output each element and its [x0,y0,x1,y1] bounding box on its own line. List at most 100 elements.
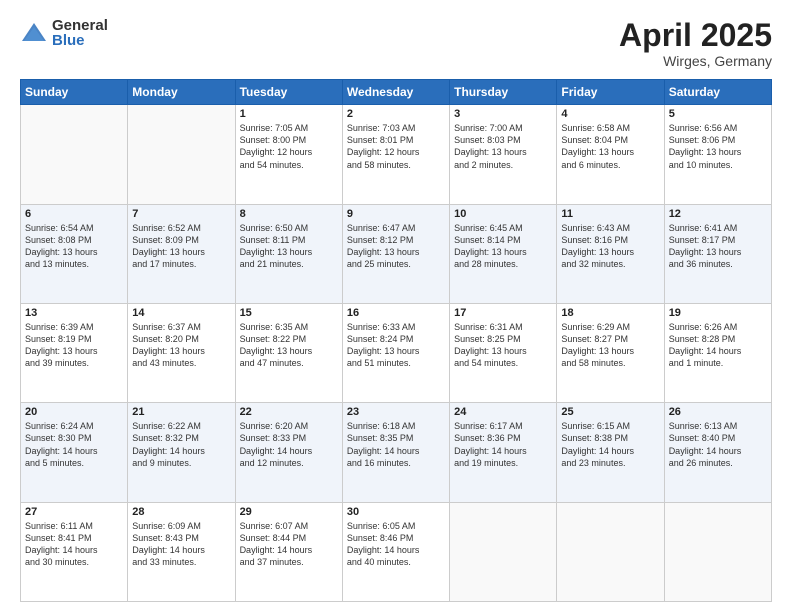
day-number: 12 [669,208,767,220]
day-info: Sunrise: 6:56 AM Sunset: 8:06 PM Dayligh… [669,122,767,171]
calendar-cell: 13Sunrise: 6:39 AM Sunset: 8:19 PM Dayli… [21,303,128,402]
day-info: Sunrise: 6:13 AM Sunset: 8:40 PM Dayligh… [669,420,767,469]
logo: General Blue [20,18,108,48]
calendar-cell: 24 Sunrise: 6:17 AM Sunset: 8:36 PM Dayli… [450,403,557,502]
calendar-cell: 6Sunrise: 6:54 AM Sunset: 8:08 PM Daylig… [21,204,128,303]
day-info: Sunrise: 6:22 AM Sunset: 8:32 PM Dayligh… [132,420,230,469]
calendar-cell: 29 Sunrise: 6:07 AM Sunset: 8:44 PM Dayli… [235,502,342,601]
day-info: Sunrise: 6:54 AM Sunset: 8:08 PM Dayligh… [25,222,123,271]
page: General Blue April 2025 Wirges, Germany … [0,0,792,612]
day-number: 1 [240,108,338,120]
day-info: Sunrise: 6:20 AM Sunset: 8:33 PM Dayligh… [240,420,338,469]
calendar-cell: 12 Sunrise: 6:41 AM Sunset: 8:17 PM Dayli… [664,204,771,303]
calendar-cell: 11 Sunrise: 6:43 AM Sunset: 8:16 PM Dayli… [557,204,664,303]
calendar-cell: 25Sunrise: 6:15 AM Sunset: 8:38 PM Dayli… [557,403,664,502]
day-number: 30 [347,506,445,518]
calendar-cell: 17Sunrise: 6:31 AM Sunset: 8:25 PM Dayli… [450,303,557,402]
day-info: Sunrise: 6:15 AM Sunset: 8:38 PM Dayligh… [561,420,659,469]
day-info: Sunrise: 6:29 AM Sunset: 8:27 PM Dayligh… [561,321,659,370]
calendar-cell [557,502,664,601]
day-info: Sunrise: 6:18 AM Sunset: 8:35 PM Dayligh… [347,420,445,469]
day-number: 3 [454,108,552,120]
calendar-week-3: 20Sunrise: 6:24 AM Sunset: 8:30 PM Dayli… [21,403,772,502]
day-number: 29 [240,506,338,518]
calendar-cell: 5 Sunrise: 6:56 AM Sunset: 8:06 PM Daylig… [664,105,771,204]
calendar-cell: 20Sunrise: 6:24 AM Sunset: 8:30 PM Dayli… [21,403,128,502]
logo-icon [20,19,48,47]
day-info: Sunrise: 6:45 AM Sunset: 8:14 PM Dayligh… [454,222,552,271]
day-number: 4 [561,108,659,120]
title-block: April 2025 Wirges, Germany [619,18,772,69]
calendar-cell: 19 Sunrise: 6:26 AM Sunset: 8:28 PM Dayli… [664,303,771,402]
calendar-cell [21,105,128,204]
calendar-cell: 4Sunrise: 6:58 AM Sunset: 8:04 PM Daylig… [557,105,664,204]
header-thursday: Thursday [450,80,557,105]
calendar-cell [128,105,235,204]
day-number: 7 [132,208,230,220]
day-number: 22 [240,406,338,418]
day-info: Sunrise: 6:52 AM Sunset: 8:09 PM Dayligh… [132,222,230,271]
day-number: 15 [240,307,338,319]
day-info: Sunrise: 7:00 AM Sunset: 8:03 PM Dayligh… [454,122,552,171]
calendar-header-row: SundayMondayTuesdayWednesdayThursdayFrid… [21,80,772,105]
calendar-cell: 7 Sunrise: 6:52 AM Sunset: 8:09 PM Daylig… [128,204,235,303]
calendar-cell [450,502,557,601]
calendar-cell: 3 Sunrise: 7:00 AM Sunset: 8:03 PM Daylig… [450,105,557,204]
header-saturday: Saturday [664,80,771,105]
day-info: Sunrise: 6:09 AM Sunset: 8:43 PM Dayligh… [132,520,230,569]
header-wednesday: Wednesday [342,80,449,105]
header: General Blue April 2025 Wirges, Germany [20,18,772,69]
calendar-cell: 21Sunrise: 6:22 AM Sunset: 8:32 PM Dayli… [128,403,235,502]
calendar-cell: 27Sunrise: 6:11 AM Sunset: 8:41 PM Dayli… [21,502,128,601]
calendar-week-0: 1 Sunrise: 7:05 AM Sunset: 8:00 PM Daylig… [21,105,772,204]
calendar-cell: 23 Sunrise: 6:18 AM Sunset: 8:35 PM Dayli… [342,403,449,502]
day-info: Sunrise: 6:37 AM Sunset: 8:20 PM Dayligh… [132,321,230,370]
calendar-cell: 1 Sunrise: 7:05 AM Sunset: 8:00 PM Daylig… [235,105,342,204]
day-number: 18 [561,307,659,319]
day-info: Sunrise: 6:07 AM Sunset: 8:44 PM Dayligh… [240,520,338,569]
calendar-cell: 18 Sunrise: 6:29 AM Sunset: 8:27 PM Dayli… [557,303,664,402]
calendar-week-1: 6Sunrise: 6:54 AM Sunset: 8:08 PM Daylig… [21,204,772,303]
calendar-cell [664,502,771,601]
day-info: Sunrise: 6:33 AM Sunset: 8:24 PM Dayligh… [347,321,445,370]
day-info: Sunrise: 7:03 AM Sunset: 8:01 PM Dayligh… [347,122,445,171]
calendar-cell: 8 Sunrise: 6:50 AM Sunset: 8:11 PM Daylig… [235,204,342,303]
day-number: 11 [561,208,659,220]
calendar-table: SundayMondayTuesdayWednesdayThursdayFrid… [20,79,772,602]
day-number: 2 [347,108,445,120]
day-info: Sunrise: 6:47 AM Sunset: 8:12 PM Dayligh… [347,222,445,271]
calendar-cell: 9 Sunrise: 6:47 AM Sunset: 8:12 PM Daylig… [342,204,449,303]
header-tuesday: Tuesday [235,80,342,105]
day-info: Sunrise: 6:17 AM Sunset: 8:36 PM Dayligh… [454,420,552,469]
calendar-cell: 30Sunrise: 6:05 AM Sunset: 8:46 PM Dayli… [342,502,449,601]
calendar-cell: 14Sunrise: 6:37 AM Sunset: 8:20 PM Dayli… [128,303,235,402]
day-number: 10 [454,208,552,220]
header-friday: Friday [557,80,664,105]
day-info: Sunrise: 7:05 AM Sunset: 8:00 PM Dayligh… [240,122,338,171]
calendar-cell: 28Sunrise: 6:09 AM Sunset: 8:43 PM Dayli… [128,502,235,601]
month-title: April 2025 [619,18,772,53]
calendar-cell: 10 Sunrise: 6:45 AM Sunset: 8:14 PM Dayli… [450,204,557,303]
calendar-week-4: 27Sunrise: 6:11 AM Sunset: 8:41 PM Dayli… [21,502,772,601]
day-info: Sunrise: 6:43 AM Sunset: 8:16 PM Dayligh… [561,222,659,271]
day-number: 5 [669,108,767,120]
day-info: Sunrise: 6:26 AM Sunset: 8:28 PM Dayligh… [669,321,767,370]
header-monday: Monday [128,80,235,105]
day-number: 8 [240,208,338,220]
day-number: 16 [347,307,445,319]
day-info: Sunrise: 6:50 AM Sunset: 8:11 PM Dayligh… [240,222,338,271]
logo-blue: Blue [52,33,108,48]
calendar-cell: 26 Sunrise: 6:13 AM Sunset: 8:40 PM Dayli… [664,403,771,502]
day-info: Sunrise: 6:11 AM Sunset: 8:41 PM Dayligh… [25,520,123,569]
day-number: 9 [347,208,445,220]
day-number: 24 [454,406,552,418]
location: Wirges, Germany [619,53,772,69]
day-number: 23 [347,406,445,418]
day-number: 26 [669,406,767,418]
day-number: 19 [669,307,767,319]
header-sunday: Sunday [21,80,128,105]
day-number: 20 [25,406,123,418]
day-info: Sunrise: 6:41 AM Sunset: 8:17 PM Dayligh… [669,222,767,271]
day-number: 13 [25,307,123,319]
logo-text: General Blue [52,18,108,48]
